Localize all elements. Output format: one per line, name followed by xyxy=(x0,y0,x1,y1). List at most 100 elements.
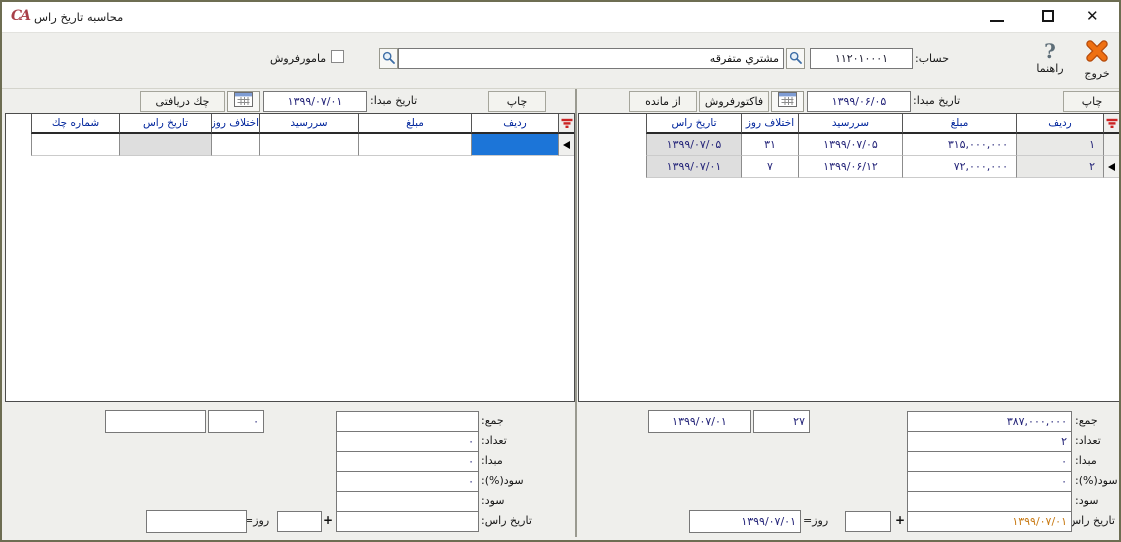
grid-cell-ras[interactable]: ۱۳۹۹/۰۷/۰۵ xyxy=(646,134,741,156)
right-result-date-box[interactable]: ۱۳۹۹/۰۷/۰۱ xyxy=(689,510,801,533)
right-calendar-button[interactable] xyxy=(771,91,804,112)
left-profit-pct-field[interactable]: ۰ xyxy=(336,471,479,492)
left-origin-label: مبدا: xyxy=(481,454,503,467)
right-print-button[interactable]: چاپ xyxy=(1063,91,1121,112)
help-button[interactable]: ? راهنما xyxy=(1028,40,1072,75)
grid-cell-due[interactable]: ۱۳۹۹/۰۷/۰۵ xyxy=(798,134,902,156)
right-origin-field[interactable]: ۰ xyxy=(907,451,1072,472)
left-origin-field[interactable]: ۰ xyxy=(336,451,479,472)
grid-cell-checkno[interactable] xyxy=(31,134,119,156)
left-col-header-daydiff: اختلاف روز xyxy=(211,114,259,134)
left-print-button[interactable]: چاپ xyxy=(488,91,546,112)
right-grid-header-row: ردیف مبلغ سررسید اختلاف روز تاریخ راس xyxy=(579,114,1119,134)
right-col-header-amount: مبلغ xyxy=(902,114,1016,134)
grid-cell-daydiff[interactable]: ۳۱ xyxy=(741,134,798,156)
current-row-indicator-cell xyxy=(558,134,574,156)
right-count-field[interactable]: ۲ xyxy=(907,431,1072,452)
right-avg-date-box[interactable]: ۱۳۹۹/۰۷/۰۱ xyxy=(648,410,751,433)
left-count-label: تعداد: xyxy=(481,434,507,447)
close-icon[interactable] xyxy=(1086,8,1099,24)
left-ras-date-field[interactable] xyxy=(336,511,479,532)
plus-sign: + xyxy=(323,513,333,527)
right-profit-pct-label: سود(%): xyxy=(1075,474,1118,487)
from-balance-button[interactable]: از مانده xyxy=(629,91,697,112)
grid-cell-ras[interactable] xyxy=(119,134,211,156)
row-indicator-cell xyxy=(1103,134,1119,156)
right-profit-field[interactable] xyxy=(907,491,1072,512)
account-label: حساب: xyxy=(915,52,949,65)
right-col-header-due: سررسید xyxy=(798,114,902,134)
left-origin-date-label: تاریخ مبدا: xyxy=(370,94,417,107)
search-icon xyxy=(789,49,802,68)
left-avg-date-box[interactable] xyxy=(105,410,206,433)
right-col-header-daydiff: اختلاف روز xyxy=(741,114,798,134)
left-origin-date-input[interactable]: ۱۳۹۹/۰۷/۰۱ xyxy=(263,91,367,112)
app-logo-icon: CA xyxy=(11,8,29,24)
left-rooz-label: روز= xyxy=(244,514,269,527)
received-check-button[interactable]: چك دریافتی xyxy=(140,91,225,112)
maximize-icon[interactable] xyxy=(1042,10,1054,22)
left-grid: ردیف مبلغ سررسید اختلاف روز تاریخ راس شم… xyxy=(5,113,575,402)
customer-name-input[interactable]: مشتري متفرقه xyxy=(398,48,784,69)
right-ras-date-field[interactable]: ۱۳۹۹/۰۷/۰۱ xyxy=(907,511,1072,532)
grid-cell-amount[interactable] xyxy=(358,134,471,156)
left-col-header-amount: مبلغ xyxy=(358,114,471,134)
left-calendar-button[interactable] xyxy=(227,91,260,112)
table-row xyxy=(6,134,574,156)
exit-icon xyxy=(1084,40,1110,67)
right-col-header-ras: تاریخ راس xyxy=(646,114,741,134)
right-origin-date-label: تاریخ مبدا: xyxy=(913,94,960,107)
account-input[interactable]: ۱۱۲۰۱۰۰۰۱ xyxy=(810,48,913,69)
left-grid-header-row: ردیف مبلغ سررسید اختلاف روز تاریخ راس شم… xyxy=(6,114,574,134)
exit-button[interactable]: خروج xyxy=(1072,40,1121,80)
title-bar: CA محاسبه تاریخ راس xyxy=(2,2,1119,33)
window-title: محاسبه تاریخ راس xyxy=(34,10,123,24)
app-window: CA محاسبه تاریخ راس خروج ? راهنما حساب: … xyxy=(0,0,1121,542)
sales-agent-checkbox[interactable] xyxy=(331,50,344,63)
right-days-add-input[interactable] xyxy=(845,511,891,532)
calendar-icon xyxy=(234,92,253,111)
right-origin-label: مبدا: xyxy=(1075,454,1097,467)
left-days-add-input[interactable] xyxy=(277,511,322,532)
left-avg-days-box[interactable]: ۰ xyxy=(208,410,264,433)
grid-cell-daydiff[interactable]: ۷ xyxy=(741,156,798,178)
left-col-header-index: ردیف xyxy=(471,114,558,134)
table-row: ۲ ۷۲,۰۰۰,۰۰۰ ۱۳۹۹/۰۶/۱۲ ۷ ۱۳۹۹/۰۷/۰۱ xyxy=(579,156,1119,178)
left-profit-field[interactable] xyxy=(336,491,479,512)
left-profit-pct-label: سود(%): xyxy=(481,474,524,487)
grid-cell-amount[interactable]: ۳۱۵,۰۰۰,۰۰۰ xyxy=(902,134,1016,156)
left-count-field[interactable]: ۰ xyxy=(336,431,479,452)
grid-cell-due[interactable] xyxy=(259,134,358,156)
right-sum-field[interactable]: ۳۸۷,۰۰۰,۰۰۰ xyxy=(907,411,1072,432)
sales-invoice-button[interactable]: فاکتورفروش xyxy=(699,91,769,112)
current-row-indicator-cell xyxy=(1103,156,1119,178)
right-profit-pct-field[interactable]: ۰ xyxy=(907,471,1072,492)
plus-sign: + xyxy=(895,513,905,527)
left-sum-field[interactable] xyxy=(336,411,479,432)
right-col-header-index: ردیف xyxy=(1016,114,1103,134)
grid-cell-amount[interactable]: ۷۲,۰۰۰,۰۰۰ xyxy=(902,156,1016,178)
account-search-button[interactable] xyxy=(786,48,805,69)
right-grid: ردیف مبلغ سررسید اختلاف روز تاریخ راس ۱ … xyxy=(578,113,1120,402)
left-result-date-box[interactable] xyxy=(146,510,247,533)
current-row-triangle-icon xyxy=(563,141,570,149)
grid-cell-index[interactable]: ۱ xyxy=(1016,134,1103,156)
filter-icon[interactable] xyxy=(1103,114,1119,134)
filter-icon[interactable] xyxy=(558,114,574,134)
grid-cell-index[interactable]: ۲ xyxy=(1016,156,1103,178)
sales-agent-label: مامورفروش xyxy=(270,52,326,65)
right-origin-date-input[interactable]: ۱۳۹۹/۰۶/۰۵ xyxy=(807,91,911,112)
grid-cell-ras[interactable]: ۱۳۹۹/۰۷/۰۱ xyxy=(646,156,741,178)
customer-search-button[interactable] xyxy=(379,48,398,69)
grid-cell-daydiff[interactable] xyxy=(211,134,259,156)
question-mark-icon: ? xyxy=(1044,40,1056,62)
left-col-header-ras: تاریخ راس xyxy=(119,114,211,134)
right-sum-label: جمع: xyxy=(1075,414,1098,427)
minimize-icon[interactable] xyxy=(990,20,1004,22)
right-avg-days-box[interactable]: ۲۷ xyxy=(753,410,810,433)
grid-cell-due[interactable]: ۱۳۹۹/۰۶/۱۲ xyxy=(798,156,902,178)
right-count-label: تعداد: xyxy=(1075,434,1101,447)
left-profit-label: سود: xyxy=(481,494,505,507)
grid-cell-index-selected[interactable] xyxy=(471,134,558,156)
left-ras-label: تاریخ راس: xyxy=(481,514,532,527)
